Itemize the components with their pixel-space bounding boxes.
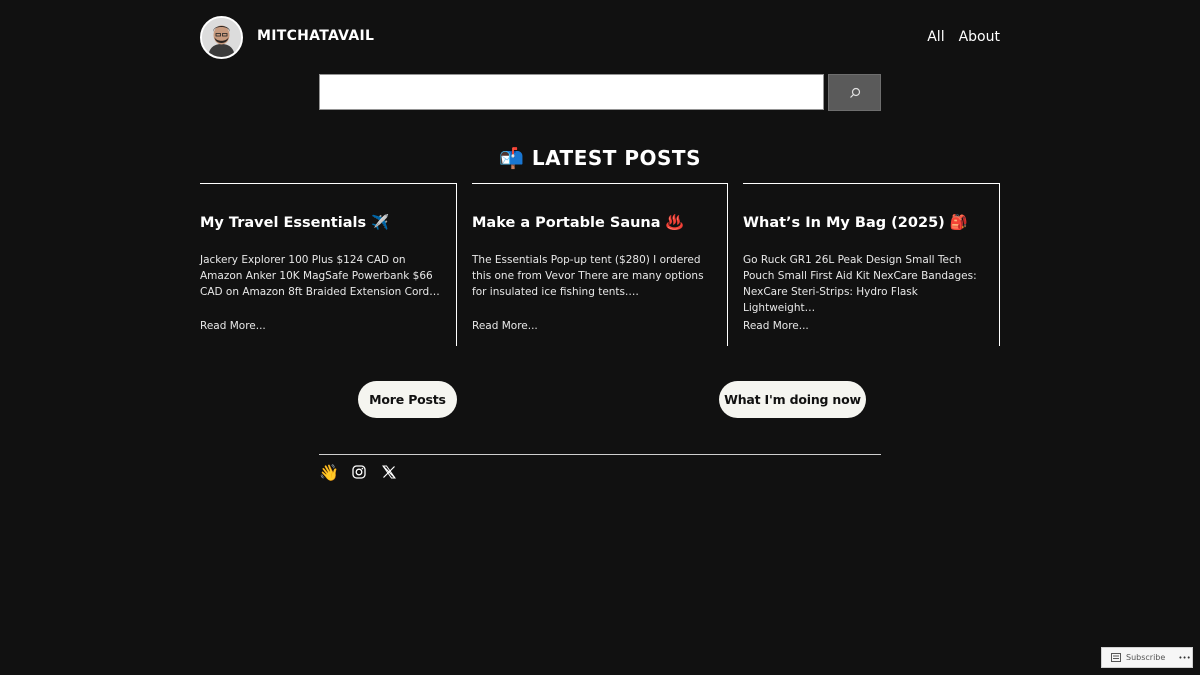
instagram-icon[interactable] bbox=[349, 462, 369, 482]
avatar-photo bbox=[202, 18, 241, 57]
x-icon[interactable] bbox=[379, 462, 399, 482]
nav-item-all[interactable]: All bbox=[927, 29, 944, 45]
social-links: 👋 bbox=[319, 462, 409, 482]
avatar[interactable] bbox=[200, 16, 243, 59]
search-icon bbox=[849, 87, 860, 98]
post-excerpt: Go Ruck GR1 26L Peak Design Small Tech P… bbox=[743, 254, 977, 314]
more-posts-button[interactable]: More Posts bbox=[358, 381, 457, 418]
post-card: What’s In My Bag (2025) 🎒 Go Ruck GR1 26… bbox=[743, 183, 1000, 346]
nav-item-about[interactable]: About bbox=[959, 29, 1000, 45]
read-more-link[interactable]: Read More... bbox=[472, 320, 538, 332]
site-header: MITCHATAVAIL All About bbox=[200, 16, 1000, 59]
posts-grid: My Travel Essentials ✈️ Jackery Explorer… bbox=[200, 183, 1000, 346]
post-excerpt: Jackery Explorer 100 Plus $124 CAD on Am… bbox=[200, 254, 440, 298]
post-title[interactable]: What’s In My Bag (2025) 🎒 bbox=[743, 214, 968, 231]
subscribe-bar: Subscribe ••• bbox=[1101, 647, 1193, 668]
post-card: My Travel Essentials ✈️ Jackery Explorer… bbox=[200, 183, 457, 346]
post-excerpt: The Essentials Pop-up tent ($280) I orde… bbox=[472, 254, 704, 298]
subscribe-button[interactable]: Subscribe bbox=[1111, 653, 1165, 662]
main-nav: All About bbox=[927, 29, 1000, 45]
post-title[interactable]: My Travel Essentials ✈️ bbox=[200, 214, 389, 231]
wave-icon[interactable]: 👋 bbox=[319, 462, 339, 482]
subscribe-label: Subscribe bbox=[1126, 653, 1166, 662]
latest-posts-heading: 📬 LATEST POSTS bbox=[499, 146, 701, 170]
read-more-link[interactable]: Read More... bbox=[743, 320, 809, 332]
search-input[interactable] bbox=[319, 74, 824, 110]
more-options-icon[interactable]: ••• bbox=[1178, 654, 1190, 662]
now-button[interactable]: What I'm doing now bbox=[719, 381, 866, 418]
reader-icon bbox=[1111, 653, 1121, 662]
search-button[interactable] bbox=[828, 74, 881, 111]
site-title[interactable]: MITCHATAVAIL bbox=[257, 28, 374, 44]
search-form bbox=[319, 74, 881, 111]
post-title[interactable]: Make a Portable Sauna ♨️ bbox=[472, 214, 684, 231]
read-more-link[interactable]: Read More... bbox=[200, 320, 266, 332]
post-card: Make a Portable Sauna ♨️ The Essentials … bbox=[472, 183, 728, 346]
footer-divider bbox=[319, 454, 881, 455]
